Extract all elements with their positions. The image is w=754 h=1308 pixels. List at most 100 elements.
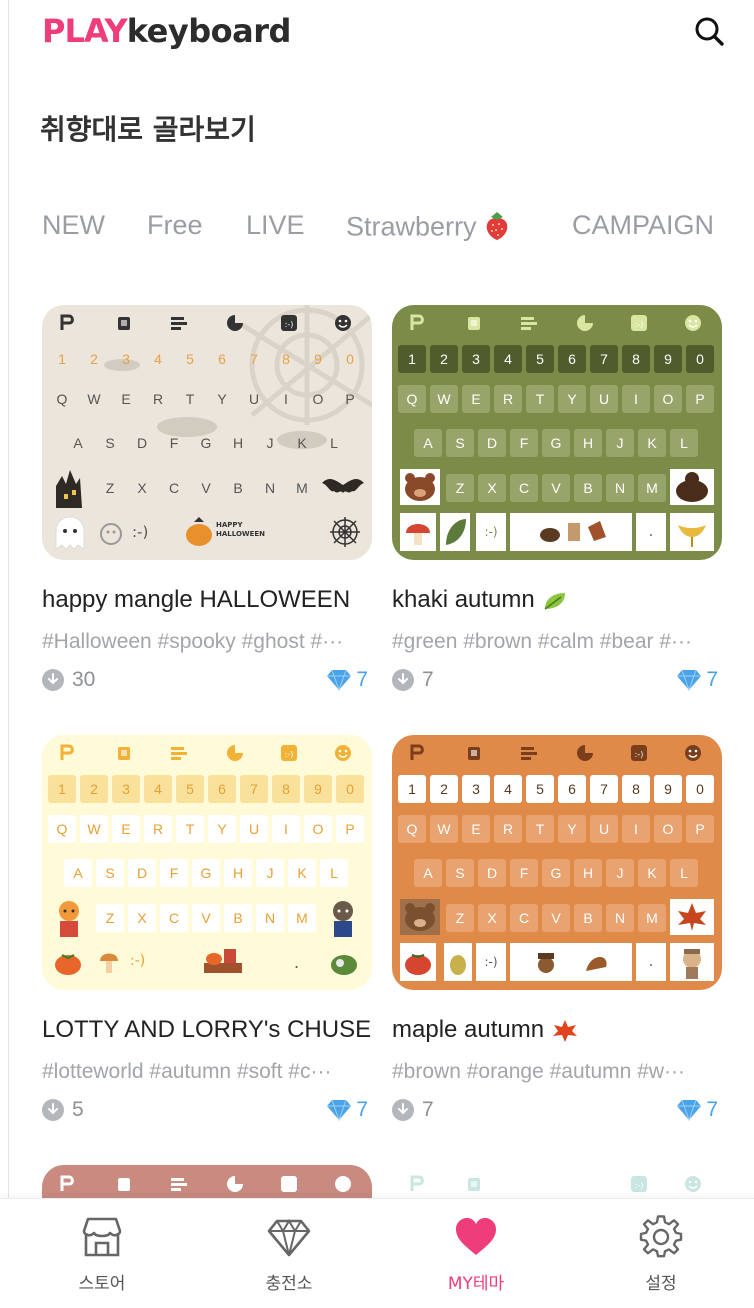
key-u: U [590, 385, 618, 413]
nav-my-theme[interactable]: MY테마 [382, 1199, 570, 1308]
key-v: V [542, 904, 570, 932]
keyboard-toolbar: :-) [392, 735, 722, 771]
key-m: M [638, 904, 666, 932]
theme-card-maple-autumn[interactable]: :-) 1234567890QWERTYUIOPASDFGHJKLZXCVBNM… [392, 735, 722, 1126]
key-i: I [622, 815, 650, 843]
nav-settings[interactable]: 설정 [567, 1199, 754, 1308]
key-5: 5 [526, 775, 554, 803]
key-1: 1 [398, 775, 426, 803]
key-6: 6 [558, 775, 586, 803]
price: 7 [326, 1098, 368, 1122]
key-0: 0 [336, 775, 364, 803]
text-icon [520, 314, 538, 332]
keyboard-preview: :-) 1234567890QWERTYUIOPASDFGHJKLZXCVBNM… [42, 735, 372, 990]
key-1: 1 [48, 775, 76, 803]
key-m: M [638, 474, 666, 502]
keyboard-preview: :-) 1234567890QWERTYUIOPASDFGHJKLZXCVBNM… [42, 305, 372, 560]
key-n: N [264, 480, 276, 496]
key-1: 1 [398, 345, 426, 373]
pear-icon [450, 955, 466, 975]
tab-new[interactable]: NEW [42, 210, 105, 241]
spiderweb-icon [330, 517, 360, 547]
copy-icon [466, 1175, 484, 1193]
app-logo[interactable]: PLAYkeyboard [42, 12, 291, 50]
acorn-icon [540, 521, 606, 542]
tab-free[interactable]: Free [147, 210, 203, 241]
key-4: 4 [144, 775, 172, 803]
key-6: 6 [208, 775, 236, 803]
download-count: 30 [42, 668, 95, 692]
key-a: A [73, 435, 83, 451]
logo-keyboard-text: keyboard [126, 12, 292, 50]
tab-campaign[interactable]: CAMPAIGN [572, 210, 714, 241]
p-logo-icon [408, 1175, 426, 1193]
key-k: K [288, 859, 316, 887]
smile-icon [684, 314, 702, 332]
period-key: . [636, 513, 666, 551]
theme-tags: #Halloween #spooky #ghost #··· [42, 630, 344, 653]
key-b: B [574, 904, 602, 932]
key-l: L [670, 859, 698, 887]
p-logo-icon [408, 314, 426, 332]
keyboard-preview: :-) 1234567890QWERTYUIOPASDFGHJKLZXCVBNM… [392, 735, 722, 990]
key-2: 2 [90, 351, 98, 367]
key-3: 3 [122, 351, 130, 367]
key-9: 9 [654, 345, 682, 373]
tab-strawberry[interactable]: Strawberry [346, 210, 511, 247]
key-4: 4 [494, 775, 522, 803]
key-t: T [526, 385, 554, 413]
key-x: X [478, 474, 506, 502]
copy-icon [466, 744, 484, 762]
leaf-emoji-icon [544, 592, 566, 610]
keyboard-toolbar: :-) [42, 305, 372, 341]
smile-icon [684, 744, 702, 762]
key-i: I [284, 391, 288, 407]
key-3: 3 [462, 345, 490, 373]
emoticon-icon: :-) [630, 1175, 648, 1193]
key-q: Q [398, 385, 426, 413]
key-f: F [510, 429, 538, 457]
theme-meta: 7 7 [392, 666, 722, 696]
key-f: F [169, 435, 179, 451]
key-0: 0 [346, 351, 354, 367]
key-x: X [128, 904, 156, 932]
p-logo-icon [408, 744, 426, 762]
nav-charge[interactable]: 충전소 [195, 1199, 383, 1308]
theme-card-khaki-autumn[interactable]: :-) 1234567890QWERTYUIOPASDFGHJKLZXCVBNM… [392, 305, 722, 696]
theme-card-halloween[interactable]: :-) 1 2 3 4 5 6 7 8 9 0 Q W E R T Y U I O P A S D F G H J K L Z X C V B N M… [42, 305, 372, 696]
key-y: Y [208, 815, 236, 843]
key-z: Z [105, 480, 115, 496]
key-w: W [87, 391, 101, 407]
key-g: G [542, 429, 570, 457]
theme-card-lotty-lorry[interactable]: :-) 1234567890QWERTYUIOPASDFGHJKLZXCVBNM… [42, 735, 372, 1126]
theme-title: LOTTY AND LORRY's CHUSE [42, 1016, 372, 1043]
svg-text::-): :-) [285, 320, 294, 329]
download-count: 7 [392, 1098, 434, 1122]
key-5: 5 [526, 345, 554, 373]
key-p: P [345, 391, 355, 407]
sticker-icon [226, 1175, 244, 1193]
nav-store[interactable]: 스토어 [8, 1199, 196, 1308]
key-7: 7 [590, 775, 618, 803]
key-j: J [266, 435, 274, 451]
emoticon-key: :-) [130, 953, 146, 969]
period-key: . [636, 943, 666, 981]
persimmon-icon [55, 954, 81, 975]
persimmon-key [400, 943, 436, 981]
text-icon [520, 744, 538, 762]
key-r: R [494, 815, 522, 843]
search-button[interactable] [690, 12, 730, 52]
tab-live[interactable]: LIVE [246, 210, 305, 241]
key-d: D [478, 429, 506, 457]
key-q: Q [398, 815, 426, 843]
svg-text::-): :-) [635, 1181, 644, 1190]
key-t: T [526, 815, 554, 843]
logo-play-text: PLAY [42, 12, 128, 50]
emoticon-icon: :-) [280, 314, 298, 332]
key-6: 6 [558, 345, 586, 373]
download-icon [42, 1099, 64, 1121]
key-2: 2 [430, 345, 458, 373]
copy-icon [116, 314, 134, 332]
key-x: X [137, 480, 147, 496]
food-table-icon [204, 949, 242, 973]
